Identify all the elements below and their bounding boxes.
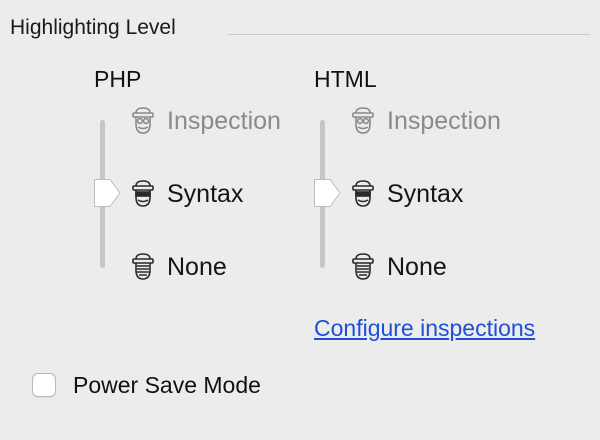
configure-inspections-link[interactable]: Configure inspections: [314, 315, 535, 342]
inspector-icon: [130, 252, 160, 282]
php-heading: PHP: [94, 66, 142, 92]
inspector-icon: [350, 106, 380, 136]
power-save-label[interactable]: Power Save Mode: [73, 372, 261, 399]
php-level-label-inspection: Inspection: [167, 106, 281, 135]
html-level-inspection[interactable]: Inspection: [350, 104, 501, 138]
group-title: Highlighting Level: [10, 16, 176, 39]
inspector-icon: [130, 106, 160, 136]
inspector-icon: [350, 179, 380, 209]
html-level-slider-thumb[interactable]: [313, 178, 342, 208]
html-heading: HTML: [314, 66, 377, 92]
inspector-icon: [350, 252, 380, 282]
html-level-label-inspection: Inspection: [387, 106, 501, 135]
html-level-none[interactable]: None: [350, 250, 447, 284]
php-level-syntax[interactable]: Syntax: [130, 177, 243, 211]
php-level-none[interactable]: None: [130, 250, 227, 284]
group-separator: [228, 34, 590, 35]
php-level-label-syntax: Syntax: [167, 179, 244, 208]
php-level-label-none: None: [167, 252, 227, 281]
power-save-checkbox[interactable]: [32, 373, 56, 397]
php-level-slider-thumb[interactable]: [93, 178, 122, 208]
html-level-label-none: None: [387, 252, 447, 281]
php-level-inspection[interactable]: Inspection: [130, 104, 281, 138]
html-level-syntax[interactable]: Syntax: [350, 177, 463, 211]
html-level-label-syntax: Syntax: [387, 179, 464, 208]
inspector-icon: [130, 179, 160, 209]
